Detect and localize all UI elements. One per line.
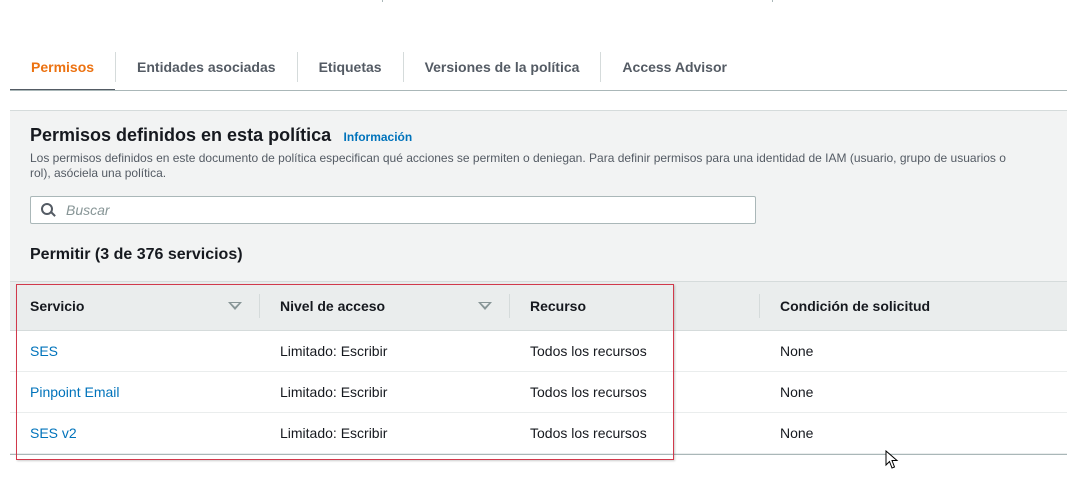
cell-service: SES v2 <box>10 413 260 453</box>
service-link[interactable]: SES <box>30 343 58 359</box>
panel-title: Permisos definidos en esta política <box>30 125 332 145</box>
tabs-underline <box>10 90 1067 91</box>
search-icon <box>40 202 56 218</box>
sort-caret-icon[interactable] <box>478 302 492 310</box>
tab-bar: Permisos Entidades asociadas Etiquetas V… <box>10 44 748 91</box>
cell-resource: Todos los recursos <box>530 343 647 359</box>
top-fragment <box>380 0 780 3</box>
cell-condition: None <box>780 343 814 359</box>
panel-header: Permisos definidos en esta política Info… <box>30 125 412 146</box>
tab-etiquetas[interactable]: Etiquetas <box>298 44 403 90</box>
column-header-nivel-acceso[interactable]: Nivel de acceso <box>260 282 510 330</box>
cell-access-level: Limitado: Escribir <box>280 425 388 441</box>
panel-description: Los permisos definidos en este documento… <box>30 151 1006 180</box>
tab-versiones-politica[interactable]: Versiones de la política <box>404 44 601 90</box>
cell-access-level: Limitado: Escribir <box>280 384 388 400</box>
cell-resource: Todos los recursos <box>530 425 647 441</box>
search-input[interactable] <box>64 201 708 219</box>
cell-condition: None <box>780 425 814 441</box>
tab-access-advisor[interactable]: Access Advisor <box>601 44 748 90</box>
tab-permisos[interactable]: Permisos <box>10 44 116 91</box>
info-link[interactable]: Información <box>344 130 413 144</box>
search-box[interactable] <box>30 196 756 224</box>
mouse-cursor-icon <box>885 450 899 469</box>
service-link[interactable]: SES v2 <box>30 425 77 441</box>
cell-service: SES <box>10 331 260 371</box>
sort-caret-icon[interactable] <box>228 302 242 310</box>
table-row: Pinpoint Email Limitado: Escribir Todos … <box>10 372 1067 413</box>
table-bottom-rule <box>10 454 1067 455</box>
column-label: Nivel de acceso <box>280 298 386 314</box>
cell-access-level: Limitado: Escribir <box>280 343 388 359</box>
column-header-condicion: Condición de solicitud <box>760 282 1065 330</box>
column-label: Condición de solicitud <box>780 298 931 314</box>
table-header: Servicio Nivel de acceso Recurso Condici… <box>10 281 1067 331</box>
cell-service: Pinpoint Email <box>10 372 260 412</box>
section-title: Permitir (3 de 376 servicios) <box>30 246 243 263</box>
cell-condition: None <box>780 384 814 400</box>
column-label: Recurso <box>530 298 587 314</box>
table-row: SES v2 Limitado: Escribir Todos los recu… <box>10 413 1067 454</box>
tab-entidades-asociadas[interactable]: Entidades asociadas <box>116 44 297 90</box>
permissions-panel: Permisos definidos en esta política Info… <box>10 110 1067 455</box>
permissions-table: Servicio Nivel de acceso Recurso Condici… <box>10 281 1067 455</box>
table-row: SES Limitado: Escribir Todos los recurso… <box>10 331 1067 372</box>
service-link[interactable]: Pinpoint Email <box>30 384 120 400</box>
column-label: Servicio <box>30 298 85 314</box>
column-header-servicio[interactable]: Servicio <box>10 282 260 330</box>
cell-resource: Todos los recursos <box>530 384 647 400</box>
column-header-recurso: Recurso <box>510 282 760 330</box>
